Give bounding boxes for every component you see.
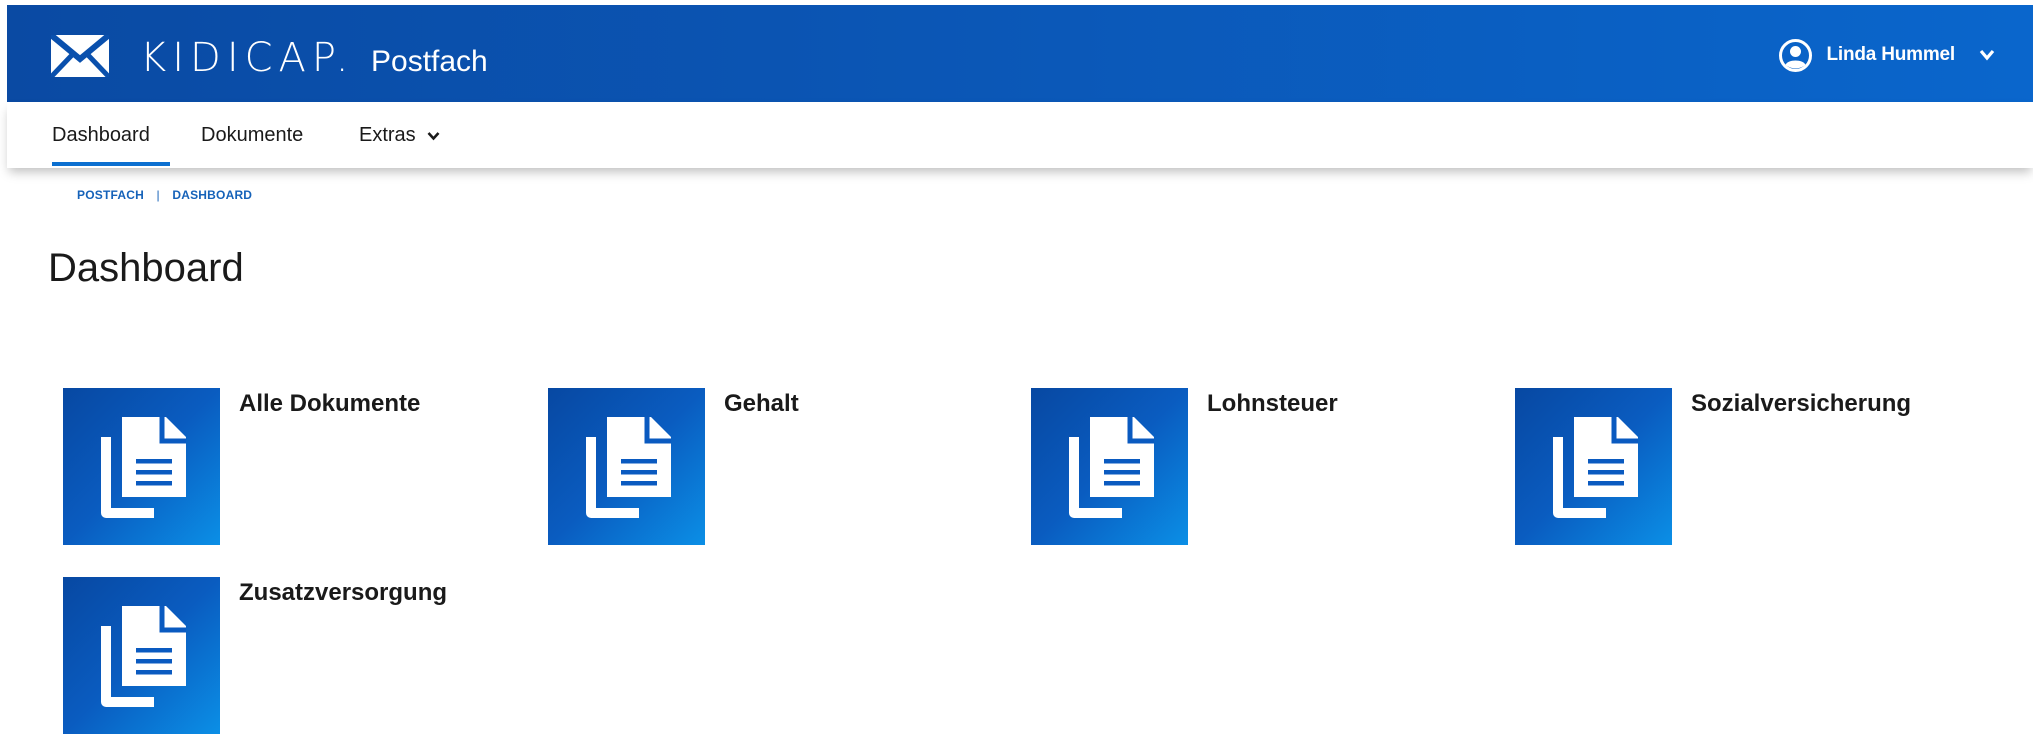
tile-sozialversicherung[interactable]: Sozialversicherung	[1515, 388, 1985, 548]
documents-icon	[63, 388, 220, 545]
documents-icon	[1515, 388, 1672, 545]
documents-icon	[548, 388, 705, 545]
tile-label: Gehalt	[724, 390, 799, 417]
breadcrumb-item-postfach[interactable]: POSTFACH	[77, 188, 144, 202]
nav-dokumente-label: Dokumente	[201, 124, 304, 146]
chevron-down-icon[interactable]	[1979, 49, 1995, 61]
tile-label: Lohnsteuer	[1207, 390, 1338, 417]
documents-icon	[1031, 388, 1188, 545]
documents-icon	[63, 577, 220, 734]
page-title: Dashboard	[48, 246, 244, 290]
main-nav: Dashboard Dokumente Extras	[7, 102, 2033, 168]
tile-zusatzversorgung[interactable]: Zusatzversorgung	[63, 577, 533, 737]
brand-subtitle: Postfach	[371, 45, 488, 78]
nav-dashboard-label: Dashboard	[52, 124, 150, 146]
tile-lohnsteuer[interactable]: Lohnsteuer	[1031, 388, 1501, 548]
app-header: KIDICAP. Postfach Linda Hummel	[7, 5, 2033, 102]
breadcrumb: POSTFACH | DASHBOARD	[77, 188, 252, 202]
tile-label: Sozialversicherung	[1691, 390, 1912, 417]
nav-extras-label: Extras	[359, 124, 416, 146]
chevron-down-icon	[427, 131, 440, 141]
tile-label: Zusatzversorgung	[239, 579, 448, 606]
tile-label: Alle Dokumente	[239, 390, 421, 417]
brand-logo-text: KIDICAP.	[140, 35, 355, 81]
user-menu[interactable]: Linda Hummel	[1779, 35, 1995, 75]
user-avatar-icon	[1779, 38, 1813, 72]
nav-extras[interactable]: Extras	[359, 102, 440, 168]
tile-gehalt[interactable]: Gehalt	[548, 388, 1018, 548]
breadcrumb-item-dashboard[interactable]: DASHBOARD	[172, 188, 252, 202]
tile-alle-dokumente[interactable]: Alle Dokumente	[63, 388, 533, 548]
nav-dokumente[interactable]: Dokumente	[201, 102, 303, 168]
mail-envelope-icon	[51, 35, 109, 77]
nav-dashboard[interactable]: Dashboard	[52, 102, 170, 168]
user-name: Linda Hummel	[1826, 44, 1955, 65]
breadcrumb-separator: |	[156, 188, 160, 202]
